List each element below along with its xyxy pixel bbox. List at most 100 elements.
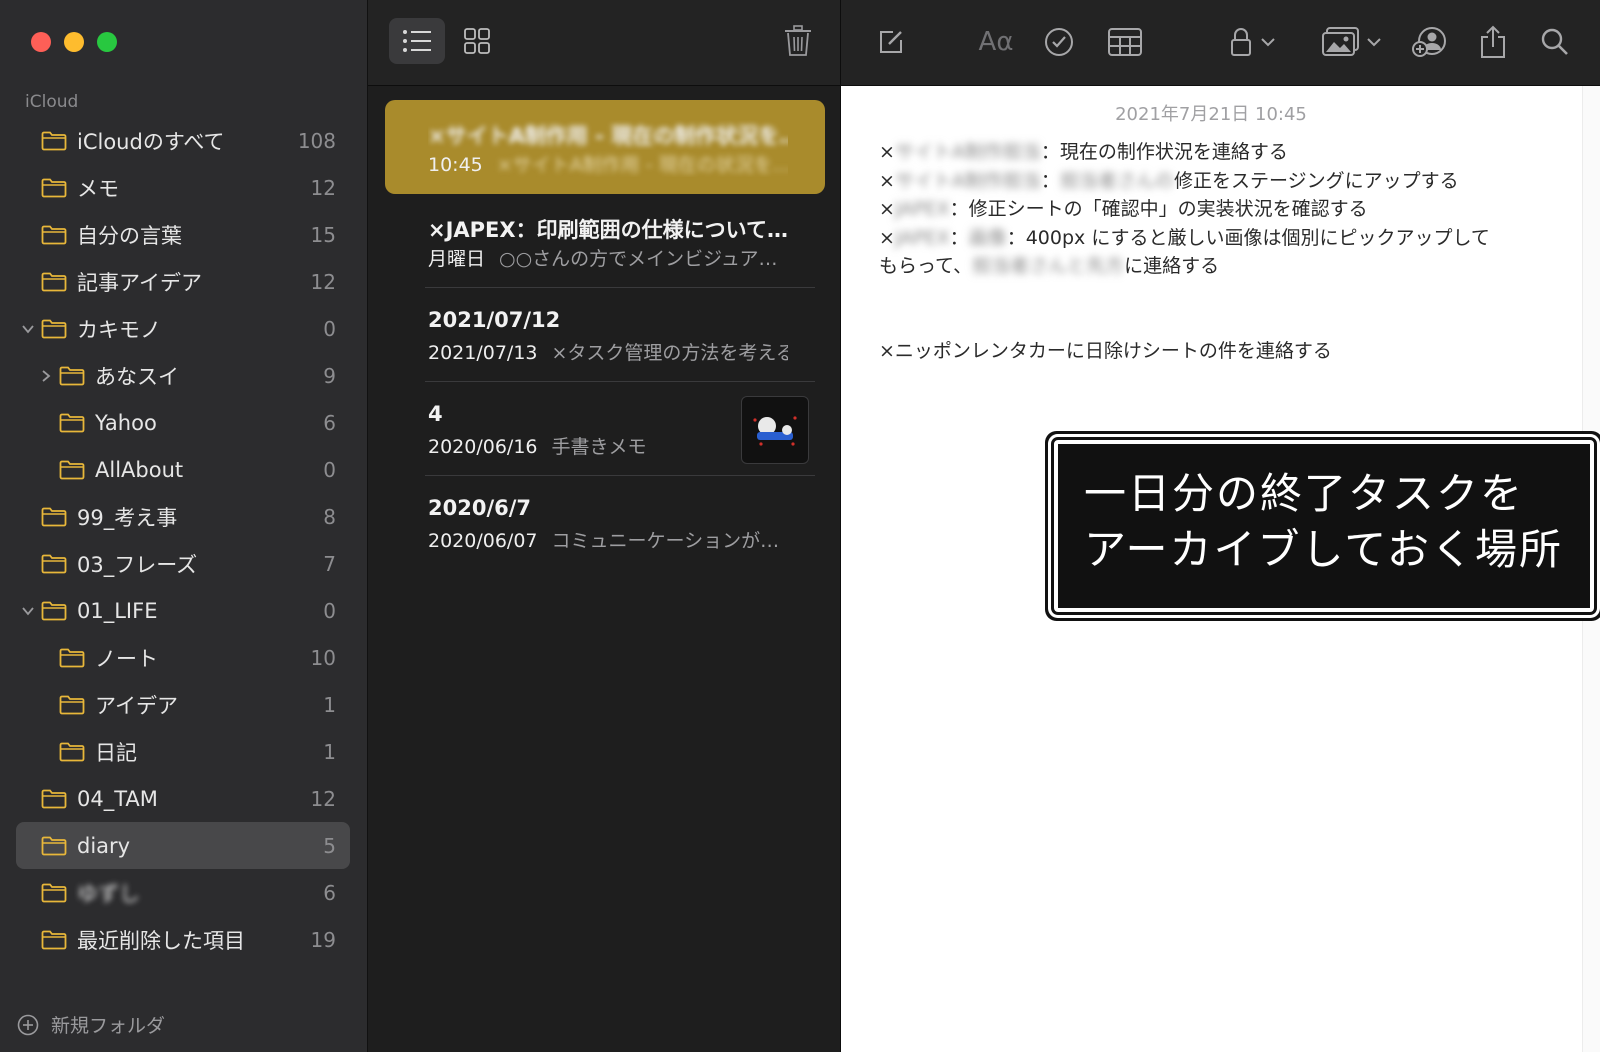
sidebar-folder[interactable]: 自分の言葉 15 (16, 211, 350, 258)
sidebar-folder[interactable]: ゆずし 6 (16, 869, 350, 916)
folder-name: 日記 (95, 740, 137, 765)
sidebar-folder[interactable]: カキモノ 0 (16, 305, 350, 352)
delete-note-button[interactable] (778, 18, 818, 64)
note-line: ×ニッポンレンタカーに日除けシートの件を連絡する (879, 339, 1332, 362)
format-button[interactable]: Aα (973, 22, 1019, 62)
lock-button[interactable] (1223, 22, 1283, 62)
folder-count: 15 (310, 222, 336, 247)
sidebar-folder[interactable]: 99_考え事 8 (16, 493, 350, 540)
folder-count: 0 (323, 457, 336, 482)
note-preview: ○○さんの方でメインビジュア… (499, 248, 778, 270)
note-preview: ×サイトA制作用 - 現在の状況を… (496, 154, 788, 176)
list-view-button[interactable] (389, 18, 445, 64)
line-text: 修正をステージングにアップする (1173, 169, 1459, 192)
collaborate-icon (1412, 27, 1446, 57)
share-icon (1481, 25, 1505, 58)
note-date: 2020/06/16 (428, 436, 538, 458)
format-icon: Aα (978, 27, 1014, 57)
sidebar-folder[interactable]: diary 5 (16, 822, 350, 869)
media-button[interactable] (1317, 22, 1387, 62)
chevron-down-icon[interactable] (20, 321, 36, 337)
sidebar-folder[interactable]: あなスイ 9 (16, 352, 350, 399)
folder-icon (41, 131, 67, 151)
note-line: ×JAPEX：画像：400px にすると厳しい画像は個別にピックアップして (879, 224, 1559, 253)
line-text: ： (1040, 169, 1060, 192)
line-prefix: × (879, 198, 895, 220)
folder-name: ノート (95, 646, 158, 671)
folder-count: 1 (323, 692, 336, 717)
search-icon (1541, 28, 1568, 55)
zoom-button[interactable] (97, 32, 117, 52)
folder-icon (59, 413, 85, 433)
note-item[interactable]: 2021/07/12 2021/07/13 ×タスク管理の方法を考える (385, 288, 825, 382)
chevron-right-icon[interactable] (38, 368, 54, 384)
redacted-text: JAPEX (894, 226, 950, 249)
folder-icon (59, 742, 85, 762)
folder-icon (41, 178, 67, 198)
table-button[interactable] (1103, 22, 1147, 62)
note-item[interactable]: ×JAPEX：印刷範囲の仕様について… 月曜日 ○○さんの方でメインビジュア… (385, 194, 825, 288)
note-timestamp: 2021年7月21日 10:45 (1115, 104, 1307, 125)
list-icon (403, 30, 431, 52)
sidebar-folder[interactable]: iCloudのすべて 108 (16, 117, 350, 164)
sidebar-folder[interactable]: 記事アイデア 12 (16, 258, 350, 305)
redacted-text: 担当者さんと先方 (972, 255, 1125, 277)
note-subtitle: 2020/06/07 コミュニーケーションが… (428, 526, 788, 553)
sidebar-folder[interactable]: メモ 12 (16, 164, 350, 211)
section-label-icloud: iCloud (25, 92, 79, 112)
line-prefix: × (879, 141, 895, 163)
new-note-button[interactable] (871, 22, 911, 62)
folder-name: ゆずし (77, 881, 140, 906)
folder-name: iCloudのすべて (77, 129, 225, 154)
folder-name: アイデア (95, 693, 178, 718)
minimize-button[interactable] (64, 32, 84, 52)
note-title: 2020/6/7 (428, 496, 532, 520)
line-prefix: × (879, 169, 895, 192)
folder-count: 10 (310, 645, 336, 670)
redacted-text: 画像 (968, 226, 1007, 249)
sidebar-folder[interactable]: アイデア 1 (16, 681, 350, 728)
folder-count: 6 (323, 410, 336, 435)
sidebar-folder[interactable]: 03_フレーズ 7 (16, 540, 350, 587)
folder-icon (59, 695, 85, 715)
share-button[interactable] (1473, 22, 1513, 62)
search-button[interactable] (1535, 22, 1575, 62)
notes-list-pane: ×サイトA制作用 - 現在の制作状況を… 10:45 ×サイトA制作用 - 現在の… (368, 0, 841, 1052)
folder-count: 19 (310, 927, 336, 952)
new-folder-button[interactable]: 新規フォルダ (17, 1011, 165, 1038)
sidebar-folder[interactable]: 日記 1 (16, 728, 350, 775)
folder-count: 108 (297, 128, 336, 153)
trash-icon (785, 25, 811, 56)
note-title: 2021/07/12 (428, 308, 561, 332)
sidebar-folder[interactable]: 01_LIFE 0 (16, 587, 350, 634)
close-button[interactable] (31, 32, 51, 52)
sidebar-folder[interactable]: 最近削除した項目 19 (16, 916, 350, 963)
sidebar-folder[interactable]: Yahoo 6 (16, 399, 350, 446)
folder-count: 0 (323, 316, 336, 341)
folder-count: 6 (323, 880, 336, 905)
note-body[interactable]: ×サイトA制作担当：現在の制作状況を連絡する ×サイトA制作担当：担当者さんの修… (879, 138, 1559, 365)
collaborate-button[interactable] (1407, 22, 1451, 62)
folder-icon (41, 225, 67, 245)
sidebar-folder[interactable]: ノート 10 (16, 634, 350, 681)
chevron-down-icon[interactable] (20, 603, 36, 619)
folder-icon (41, 789, 67, 809)
grid-icon (464, 28, 490, 54)
note-item[interactable]: 4 2020/06/16 手書きメモ (385, 382, 825, 476)
sidebar-folder[interactable]: 04_TAM 12 (16, 775, 350, 822)
line-text: もらって、 (879, 255, 973, 277)
note-date: 月曜日 (428, 248, 486, 270)
checklist-button[interactable] (1039, 22, 1079, 62)
gallery-view-button[interactable] (454, 18, 500, 64)
table-icon (1108, 28, 1142, 56)
note-items: ×サイトA制作用 - 現在の制作状況を… 10:45 ×サイトA制作用 - 現在の… (385, 100, 825, 570)
note-item[interactable]: ×サイトA制作用 - 現在の制作状況を… 10:45 ×サイトA制作用 - 現在の… (385, 100, 825, 194)
folder-name: 99_考え事 (77, 505, 178, 530)
folder-name: diary (77, 833, 131, 858)
note-preview: 手書きメモ (551, 436, 647, 458)
sidebar-folder[interactable]: AllAbout 0 (16, 446, 350, 493)
notes-list-toolbar (368, 0, 840, 86)
note-item[interactable]: 2020/6/7 2020/06/07 コミュニーケーションが… (385, 476, 825, 570)
line-text: に連絡する (1124, 255, 1220, 277)
